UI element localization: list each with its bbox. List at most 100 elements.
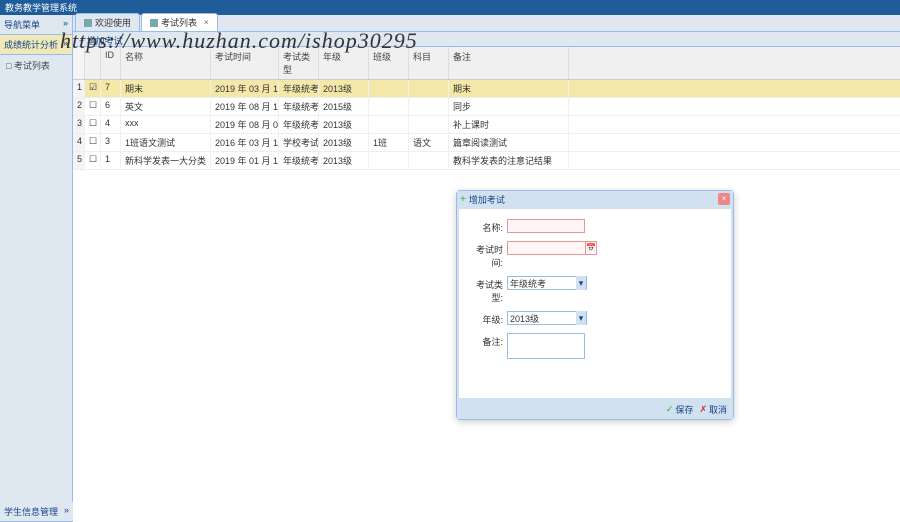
chevron-down-icon[interactable]: ▾	[576, 311, 586, 325]
add-exam-button[interactable]: + 增加考试	[79, 36, 123, 46]
col-type[interactable]: 考试类型	[279, 47, 319, 79]
label-type: 考试类型:	[467, 276, 507, 304]
save-button[interactable]: ✓保存	[666, 403, 694, 416]
cell-date: 2016 年 03 月 18 日	[211, 134, 279, 151]
cell-num: 2	[73, 98, 85, 115]
cell-subject	[409, 116, 449, 133]
cell-date: 2019 年 03 月 17 日	[211, 80, 279, 97]
cell-class: 1班	[369, 134, 409, 151]
col-id[interactable]: ID	[101, 47, 121, 79]
cell-class	[369, 80, 409, 97]
label-remark: 备注:	[467, 333, 507, 348]
cell-class	[369, 116, 409, 133]
cell-remark: 补上课时	[449, 116, 569, 133]
chevron-icon: »	[64, 505, 69, 518]
cell-grade: 2013级	[319, 152, 369, 169]
sidebar-group-student[interactable]: 学生信息管理»	[0, 502, 73, 522]
cell-date: 2019 年 08 月 03 日	[211, 116, 279, 133]
cell-date: 2019 年 08 月 13 日	[211, 98, 279, 115]
cell-id: 3	[101, 134, 121, 151]
cell-date: 2019 年 01 月 15 日	[211, 152, 279, 169]
cell-chk[interactable]: ☐	[85, 98, 101, 115]
name-input[interactable]	[507, 219, 585, 233]
cell-id: 4	[101, 116, 121, 133]
close-icon[interactable]: ×	[204, 18, 209, 27]
toolbar: + 增加考试	[73, 32, 900, 47]
table-row[interactable]: 5☐1新科学发表一大分类2019 年 01 月 15 日年级统考2013级教科学…	[73, 152, 900, 170]
table-row[interactable]: 4☐31班语文测试2016 年 03 月 18 日学校考试2013级1班语文篇章…	[73, 134, 900, 152]
label-grade: 年级:	[467, 311, 507, 326]
cell-class	[369, 98, 409, 115]
col-name[interactable]: 名称	[121, 47, 211, 79]
table-row[interactable]: 1☑7期末2019 年 03 月 17 日年级统考2013级期末	[73, 80, 900, 98]
col-grade[interactable]: 年级	[319, 47, 369, 79]
sidebar-item-examlist[interactable]: □ 考试列表	[0, 55, 72, 76]
dialog-footer: ✓保存 ✗取消	[457, 400, 733, 419]
tab-strip: 欢迎使用 考试列表×	[73, 15, 900, 32]
col-subject[interactable]: 科目	[409, 47, 449, 79]
cell-type: 年级统考	[279, 152, 319, 169]
type-select[interactable]: 年级统考▾	[507, 276, 587, 290]
calendar-icon[interactable]: 📅	[585, 241, 597, 255]
cell-name: 英文	[121, 98, 211, 115]
sidebar-nav-header[interactable]: 导航菜单»	[0, 15, 72, 35]
cell-chk[interactable]: ☐	[85, 116, 101, 133]
cell-type: 年级统考	[279, 98, 319, 115]
plus-icon: +	[460, 194, 466, 205]
cell-chk[interactable]: ☐	[85, 134, 101, 151]
dialog-titlebar[interactable]: +增加考试 ×	[457, 191, 733, 207]
cell-subject	[409, 80, 449, 97]
list-icon	[150, 19, 158, 27]
label-name: 名称:	[467, 219, 507, 234]
grade-select[interactable]: 2013级▾	[507, 311, 587, 325]
col-class[interactable]: 班级	[369, 47, 409, 79]
table-row[interactable]: 3☐4xxx2019 年 08 月 03 日年级统考2013级补上课时	[73, 116, 900, 134]
cell-remark: 期末	[449, 80, 569, 97]
cell-name: 1班语文测试	[121, 134, 211, 151]
cell-subject	[409, 98, 449, 115]
cancel-button[interactable]: ✗取消	[699, 403, 727, 416]
col-checkbox[interactable]	[85, 47, 101, 79]
tab-welcome[interactable]: 欢迎使用	[75, 13, 140, 31]
cell-num: 5	[73, 152, 85, 169]
cell-grade: 2015级	[319, 98, 369, 115]
cell-id: 6	[101, 98, 121, 115]
cell-id: 7	[101, 80, 121, 97]
cell-remark: 教科学发表的注意记结果	[449, 152, 569, 169]
chevron-icon: »	[63, 18, 68, 31]
cell-num: 1	[73, 80, 85, 97]
dialog-close-button[interactable]: ×	[718, 193, 730, 205]
cell-remark: 篇章阅读测试	[449, 134, 569, 151]
chevron-icon: »	[63, 38, 68, 51]
remark-textarea[interactable]	[507, 333, 585, 359]
label-date: 考试时间:	[467, 241, 507, 269]
cell-grade: 2013级	[319, 80, 369, 97]
cell-grade: 2013级	[319, 134, 369, 151]
cell-subject	[409, 152, 449, 169]
grid-header: ID 名称 考试时间 考试类型 年级 班级 科目 备注	[73, 47, 900, 80]
add-exam-dialog: +增加考试 × 名称: 考试时间:📅 考试类型:年级统考▾ 年级:2013级▾ …	[456, 190, 734, 420]
cell-name: 期末	[121, 80, 211, 97]
cell-subject: 语文	[409, 134, 449, 151]
sidebar-group-stats[interactable]: 成绩统计分析»	[0, 35, 72, 55]
cell-type: 年级统考	[279, 116, 319, 133]
home-icon	[84, 19, 92, 27]
cell-type: 学校考试	[279, 134, 319, 151]
sidebar: 导航菜单» 成绩统计分析» □ 考试列表 学生信息管理»	[0, 15, 73, 522]
cell-chk[interactable]: ☑	[85, 80, 101, 97]
col-remark[interactable]: 备注	[449, 47, 569, 79]
col-rownum	[73, 47, 85, 79]
date-input[interactable]	[507, 241, 585, 255]
table-row[interactable]: 2☐6英文2019 年 08 月 13 日年级统考2015级 同步	[73, 98, 900, 116]
cross-icon: ✗	[699, 404, 707, 415]
cell-num: 3	[73, 116, 85, 133]
grid-body: 1☑7期末2019 年 03 月 17 日年级统考2013级期末2☐6英文201…	[73, 80, 900, 170]
cell-chk[interactable]: ☐	[85, 152, 101, 169]
cell-num: 4	[73, 134, 85, 151]
col-date[interactable]: 考试时间	[211, 47, 279, 79]
chevron-down-icon[interactable]: ▾	[576, 276, 586, 290]
tab-examlist[interactable]: 考试列表×	[141, 13, 218, 31]
check-icon: ✓	[666, 404, 674, 415]
cell-class	[369, 152, 409, 169]
cell-remark: 同步	[449, 98, 569, 115]
